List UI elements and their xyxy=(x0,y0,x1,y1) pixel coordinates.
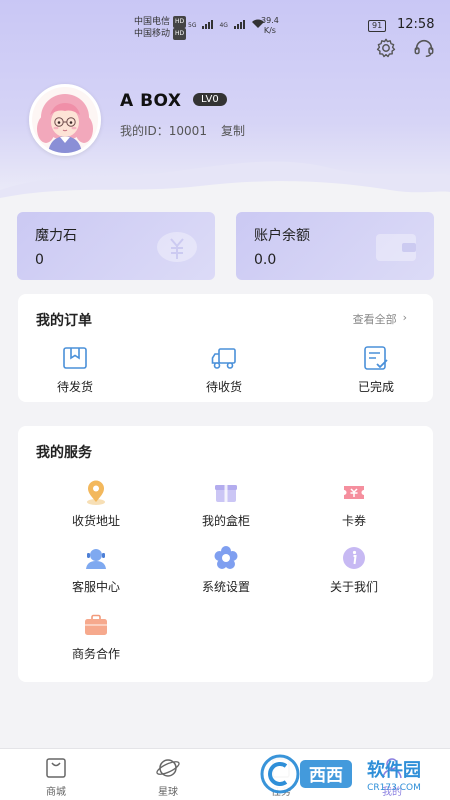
view-all-orders-link[interactable]: 查看全部 › xyxy=(353,311,407,327)
gear-icon[interactable] xyxy=(375,37,397,59)
avatar[interactable] xyxy=(29,84,101,156)
chevron-right-icon: › xyxy=(402,311,407,324)
clock: 12:58 xyxy=(397,17,435,32)
service-address[interactable]: 收货地址 xyxy=(36,478,156,529)
header-wave xyxy=(0,161,450,210)
tab-planet-label: 星球 xyxy=(158,787,178,798)
user-id-row: 我的ID：10001 复制 xyxy=(120,122,245,139)
balance-card[interactable]: 账户余额 0.0 xyxy=(236,212,434,280)
service-business-label: 商务合作 xyxy=(71,647,120,661)
service-system-settings-label: 系统设置 xyxy=(201,580,250,594)
carrier-info: 中国电信 HD 中国移动 HD xyxy=(134,16,187,40)
service-coupon[interactable]: 卡券 xyxy=(294,478,414,529)
checklist-icon xyxy=(364,346,388,370)
net-type-1: 5G xyxy=(188,22,197,29)
coin-icon xyxy=(157,232,197,262)
service-business[interactable]: 商务合作 xyxy=(36,611,156,662)
user-id-text: 我的ID：10001 xyxy=(120,122,207,139)
truck-icon xyxy=(211,348,236,369)
user-id-label: 我的ID： xyxy=(120,124,169,138)
speed-value: 39.4 xyxy=(261,16,279,25)
carrier-1: 中国电信 xyxy=(134,17,171,27)
copy-id-button[interactable]: 复制 xyxy=(221,122,245,139)
service-address-label: 收货地址 xyxy=(71,514,120,528)
level-badge: LV0 xyxy=(193,93,227,106)
signal-icons: 5G 4G xyxy=(188,18,265,29)
services-card: 我的服务 收货地址 我的盒柜 卡券 客服中心 系统设置 关于我们 商务合作 xyxy=(18,426,433,682)
service-customer-center-label: 客服中心 xyxy=(71,580,120,594)
gift-box-icon xyxy=(215,485,237,502)
hd-badge: HD xyxy=(173,16,187,28)
order-completed[interactable]: 已完成 xyxy=(316,344,436,395)
service-coupon-label: 卡券 xyxy=(341,514,366,528)
signal-bars-icon xyxy=(233,20,245,29)
order-pending-receipt-label: 待收货 xyxy=(205,380,242,394)
svg-text:CR173.COM: CR173.COM xyxy=(367,783,421,793)
tab-planet[interactable]: 星球 xyxy=(133,755,203,798)
order-pending-shipment-label: 待发货 xyxy=(56,380,93,394)
settings-flower-icon xyxy=(214,546,238,569)
orders-card: 我的订单 查看全部 › 待发货 待收货 已完成 xyxy=(18,294,433,402)
service-about-us-label: 关于我们 xyxy=(329,580,378,594)
network-speed: 39.4 K/s xyxy=(261,16,279,36)
girl-avatar-icon xyxy=(32,87,98,153)
username: A BOX xyxy=(120,91,182,111)
planet-icon xyxy=(156,759,180,777)
package-icon xyxy=(63,347,87,369)
customer-service-icon xyxy=(86,549,106,569)
net-type-2: 4G xyxy=(219,22,228,29)
briefcase-icon xyxy=(85,614,107,635)
coupon-icon xyxy=(344,486,364,499)
speed-unit: K/s xyxy=(263,26,276,35)
user-id-value: 10001 xyxy=(168,124,207,138)
tab-mall[interactable]: 商城 xyxy=(21,755,91,798)
order-pending-shipment[interactable]: 待发货 xyxy=(15,344,135,395)
info-icon xyxy=(343,547,365,569)
location-pin-icon xyxy=(87,480,105,505)
service-box-cabinet[interactable]: 我的盒柜 xyxy=(166,478,286,529)
headset-service-icon[interactable] xyxy=(413,37,435,59)
shopping-bag-icon xyxy=(46,758,66,778)
wallet-icon xyxy=(376,234,416,261)
services-title: 我的服务 xyxy=(36,445,92,461)
hd-badge: HD xyxy=(173,28,187,40)
svg-text:软件园: 软件园 xyxy=(367,759,421,781)
service-customer-center[interactable]: 客服中心 xyxy=(36,544,156,595)
order-completed-label: 已完成 xyxy=(357,380,394,394)
service-box-cabinet-label: 我的盒柜 xyxy=(201,514,250,528)
svg-text:西西: 西西 xyxy=(309,766,343,786)
order-pending-receipt[interactable]: 待收货 xyxy=(164,344,284,395)
orders-title: 我的订单 xyxy=(36,313,92,329)
watermark-logo: 西西 软件园 CR173.COM xyxy=(260,754,421,794)
magic-stone-card[interactable]: 魔力石 0 xyxy=(17,212,215,280)
carrier-2: 中国移动 xyxy=(134,29,171,39)
service-about-us[interactable]: 关于我们 xyxy=(294,544,414,595)
signal-bars-icon xyxy=(202,20,214,29)
service-system-settings[interactable]: 系统设置 xyxy=(166,544,286,595)
view-all-label: 查看全部 xyxy=(352,313,397,326)
status-bar: 中国电信 HD 中国移动 HD 5G 4G 39.4 K/s 91 12:58 xyxy=(0,0,450,40)
tab-mall-label: 商城 xyxy=(46,787,66,798)
battery-icon: 91 xyxy=(368,20,387,32)
